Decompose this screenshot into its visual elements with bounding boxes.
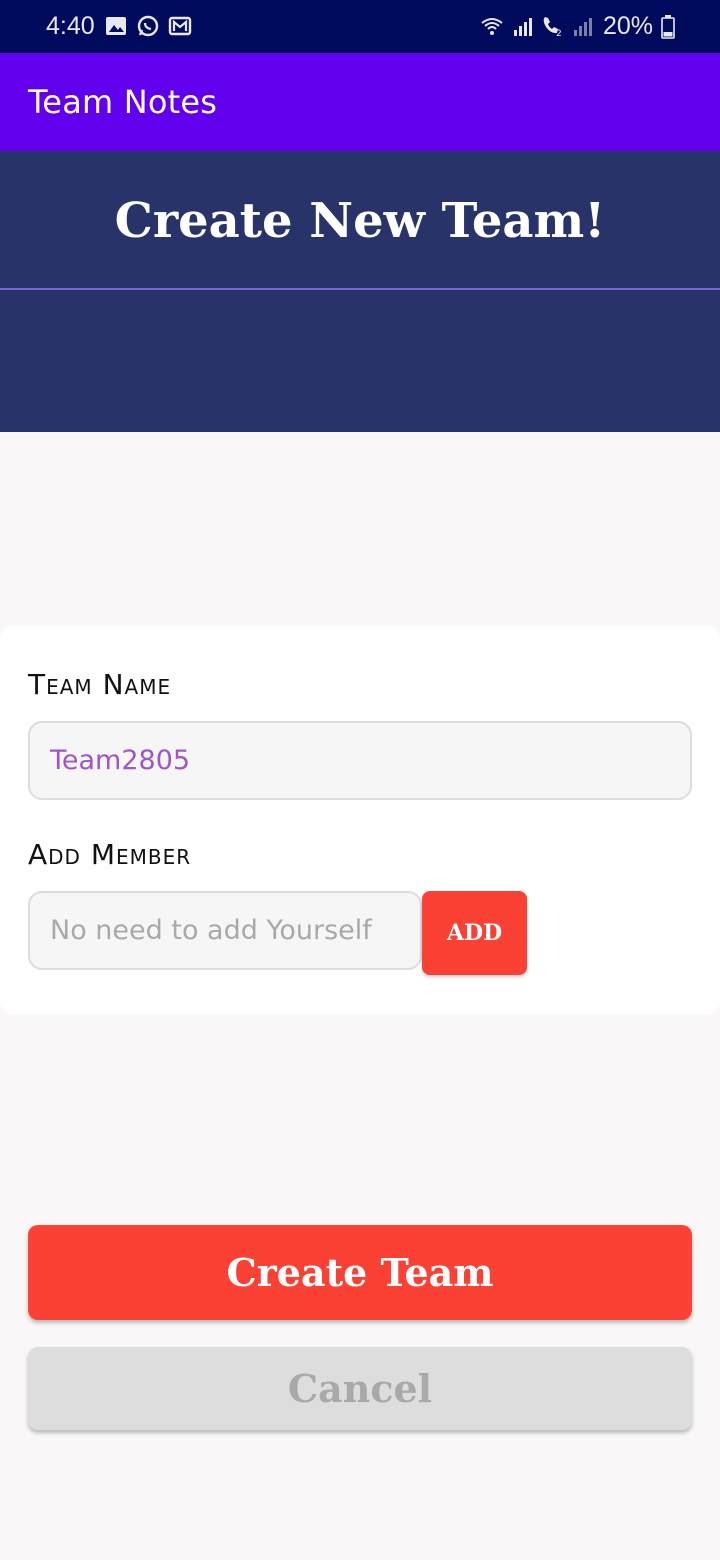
wifi-icon	[481, 18, 503, 35]
signal-icon	[514, 18, 532, 36]
app-bar: Team Notes	[0, 53, 720, 151]
team-name-input[interactable]: Team2805	[28, 721, 692, 800]
battery-percentage: 20%	[603, 12, 654, 40]
svg-text:2: 2	[556, 29, 562, 38]
gallery-icon	[106, 17, 126, 35]
add-member-input[interactable]: No need to add Yourself	[28, 891, 422, 970]
add-member-label: Add Member	[28, 838, 192, 871]
cancel-button[interactable]: Cancel	[28, 1347, 692, 1430]
create-team-button[interactable]: Create Team	[28, 1225, 692, 1320]
team-name-value: Team2805	[50, 745, 191, 776]
add-member-button[interactable]: ADD	[422, 891, 527, 975]
whatsapp-icon	[137, 15, 159, 37]
signal-icon	[574, 18, 592, 36]
add-member-placeholder: No need to add Yourself	[50, 915, 372, 946]
team-form-card: Team Name Team2805 Add Member No need to…	[0, 626, 720, 1014]
hero-banner: Create New Team!	[0, 151, 720, 432]
hero-divider	[0, 288, 720, 290]
battery-icon	[661, 15, 675, 39]
system-icons: 2	[480, 14, 594, 38]
page-title: Create New Team!	[114, 193, 606, 249]
status-bar: 4:40 2 20%	[0, 0, 720, 53]
app-title: Team Notes	[28, 83, 218, 121]
notification-icons	[104, 14, 192, 38]
mail-icon	[168, 16, 192, 36]
status-time: 4:40	[46, 12, 95, 40]
volte-call-icon: 2	[543, 17, 562, 38]
team-name-label: Team Name	[28, 668, 172, 701]
